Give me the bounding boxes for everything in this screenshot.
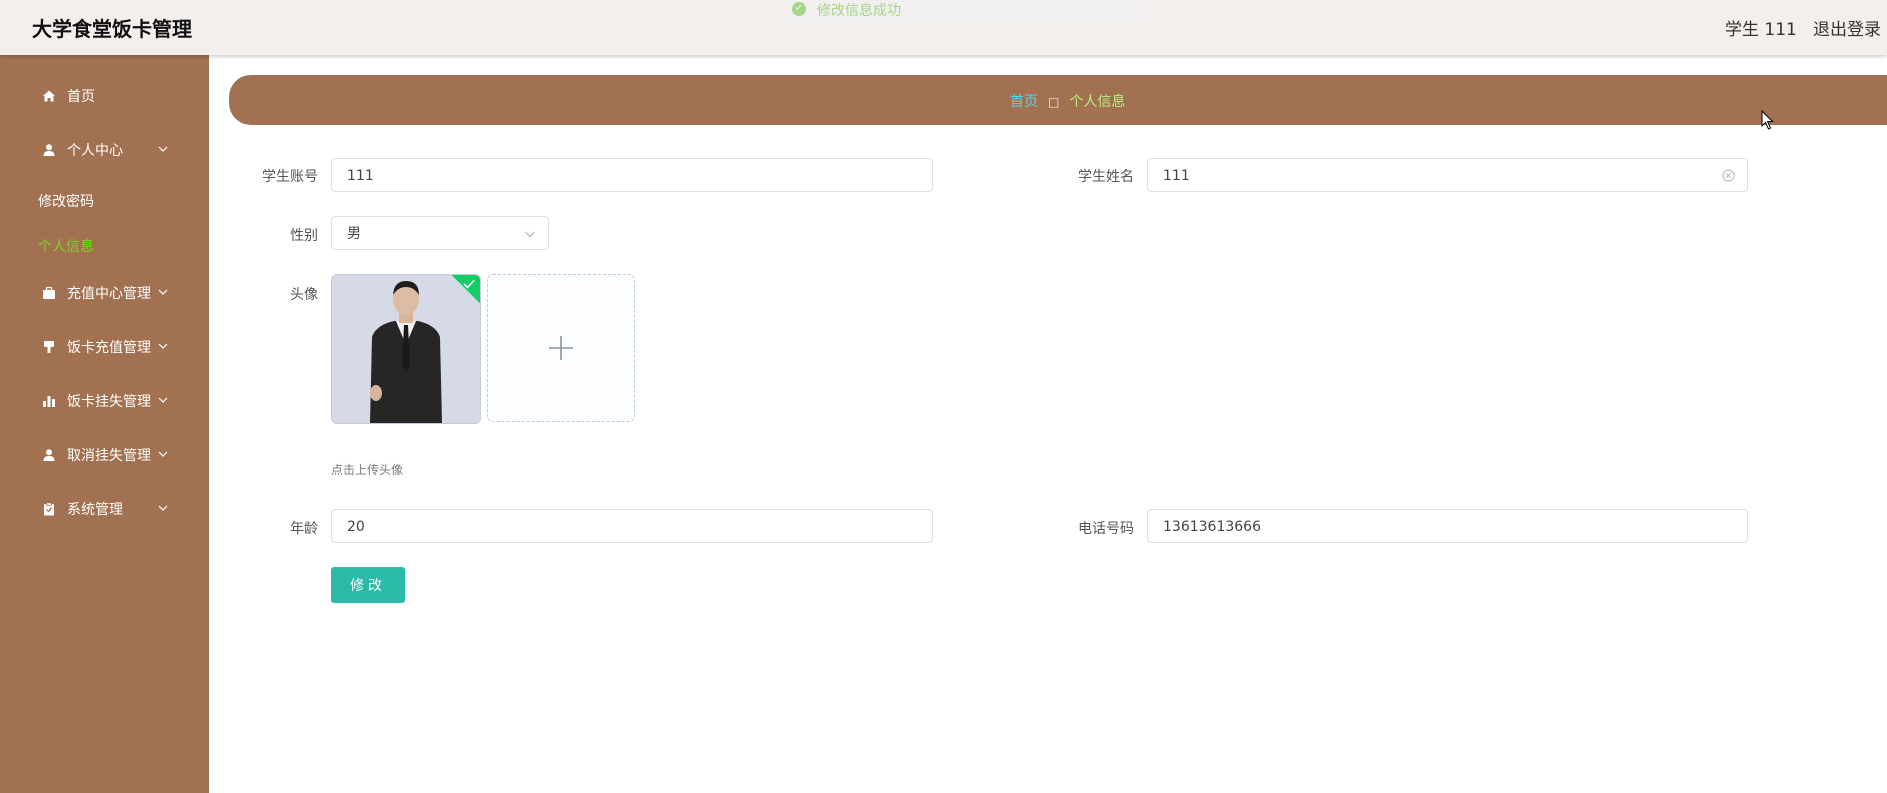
- user-icon: [43, 449, 55, 461]
- account-value: 111: [347, 168, 374, 184]
- sidebar-item-label: 饭卡充值管理: [67, 340, 151, 356]
- logout-link[interactable]: 退出登录: [1813, 15, 1881, 40]
- sidebar-item-label: 个人中心: [67, 143, 123, 159]
- breadcrumb-separator: □: [1048, 95, 1060, 109]
- sidebar-item-card-recharge[interactable]: 饭卡充值管理: [0, 325, 209, 369]
- chevron-down-icon: [158, 343, 168, 349]
- sidebar-item-label: 充值中心管理: [67, 286, 151, 302]
- home-icon: [43, 90, 55, 102]
- avatar-label: 头像: [290, 287, 318, 303]
- account-field[interactable]: 111: [331, 158, 933, 192]
- phone-label: 电话号码: [1078, 521, 1134, 537]
- mouse-cursor-icon: [1761, 110, 1774, 130]
- app-title: 大学食堂饭卡管理: [32, 17, 192, 41]
- clipboard-icon: [44, 502, 54, 516]
- sidebar-item-label: 系统管理: [67, 502, 123, 518]
- avatar-image[interactable]: [331, 274, 481, 424]
- person-in-suit-photo: [332, 275, 480, 423]
- bar-chart-icon: [43, 396, 55, 407]
- current-user-label: 学生 111: [1725, 20, 1797, 40]
- sidebar-item-card-loss[interactable]: 饭卡挂失管理: [0, 379, 209, 423]
- sidebar-subitem-change-password[interactable]: 修改密码: [38, 191, 94, 211]
- name-field[interactable]: 111: [1147, 158, 1748, 192]
- chevron-down-icon: [158, 146, 168, 152]
- sidebar-menu: 首页 个人中心 修改密码 个人信息 充值中心管理 饭卡充值管理 饭卡挂失管理 取…: [0, 55, 209, 793]
- breadcrumb-home-link[interactable]: 首页: [1010, 94, 1038, 110]
- phone-value: 13613613666: [1163, 519, 1261, 535]
- phone-field[interactable]: 13613613666: [1147, 509, 1748, 543]
- sidebar-item-system[interactable]: 系统管理: [0, 487, 209, 531]
- submit-modify-button[interactable]: 修改: [331, 567, 405, 603]
- age-value: 20: [347, 519, 365, 535]
- chevron-down-icon: [525, 231, 535, 238]
- sidebar-item-home[interactable]: 首页: [0, 74, 209, 118]
- chevron-down-icon: [158, 505, 168, 511]
- avatar-upload-button[interactable]: [487, 274, 635, 422]
- name-label: 学生姓名: [1078, 169, 1134, 185]
- briefcase-icon: [43, 286, 55, 299]
- breadcrumb-current: 个人信息: [1069, 94, 1126, 110]
- age-field[interactable]: 20: [331, 509, 933, 543]
- sidebar-item-label: 取消挂失管理: [67, 448, 151, 464]
- account-label: 学生账号: [262, 169, 318, 185]
- toast-message: 修改信息成功: [817, 3, 901, 19]
- success-check-icon: ✓: [792, 2, 806, 16]
- plus-icon: [549, 336, 573, 360]
- brush-icon: [44, 341, 54, 353]
- sidebar-item-label: 首页: [67, 89, 95, 105]
- sidebar-item-label: 饭卡挂失管理: [67, 394, 151, 410]
- name-value: 111: [1163, 168, 1190, 184]
- gender-value: 男: [347, 226, 361, 242]
- check-icon: [463, 279, 475, 289]
- breadcrumb: 首页 □ 个人信息: [229, 75, 1887, 125]
- success-toast: ✓ 修改信息成功: [775, 0, 1150, 27]
- sidebar-item-cancel-loss[interactable]: 取消挂失管理: [0, 433, 209, 477]
- age-label: 年龄: [290, 521, 318, 537]
- sidebar-item-recharge-center[interactable]: 充值中心管理: [0, 271, 209, 315]
- chevron-down-icon: [158, 451, 168, 457]
- chevron-down-icon: [158, 289, 168, 295]
- upload-tip: 点击上传头像: [331, 463, 404, 477]
- gender-select[interactable]: 男: [331, 216, 549, 250]
- clear-circle-icon[interactable]: [1722, 169, 1735, 182]
- sidebar-subitem-personal-info[interactable]: 个人信息: [38, 236, 94, 256]
- sidebar-item-personal-center[interactable]: 个人中心: [0, 128, 209, 172]
- gender-label: 性别: [290, 228, 318, 244]
- user-icon: [43, 144, 55, 156]
- chevron-down-icon: [158, 397, 168, 403]
